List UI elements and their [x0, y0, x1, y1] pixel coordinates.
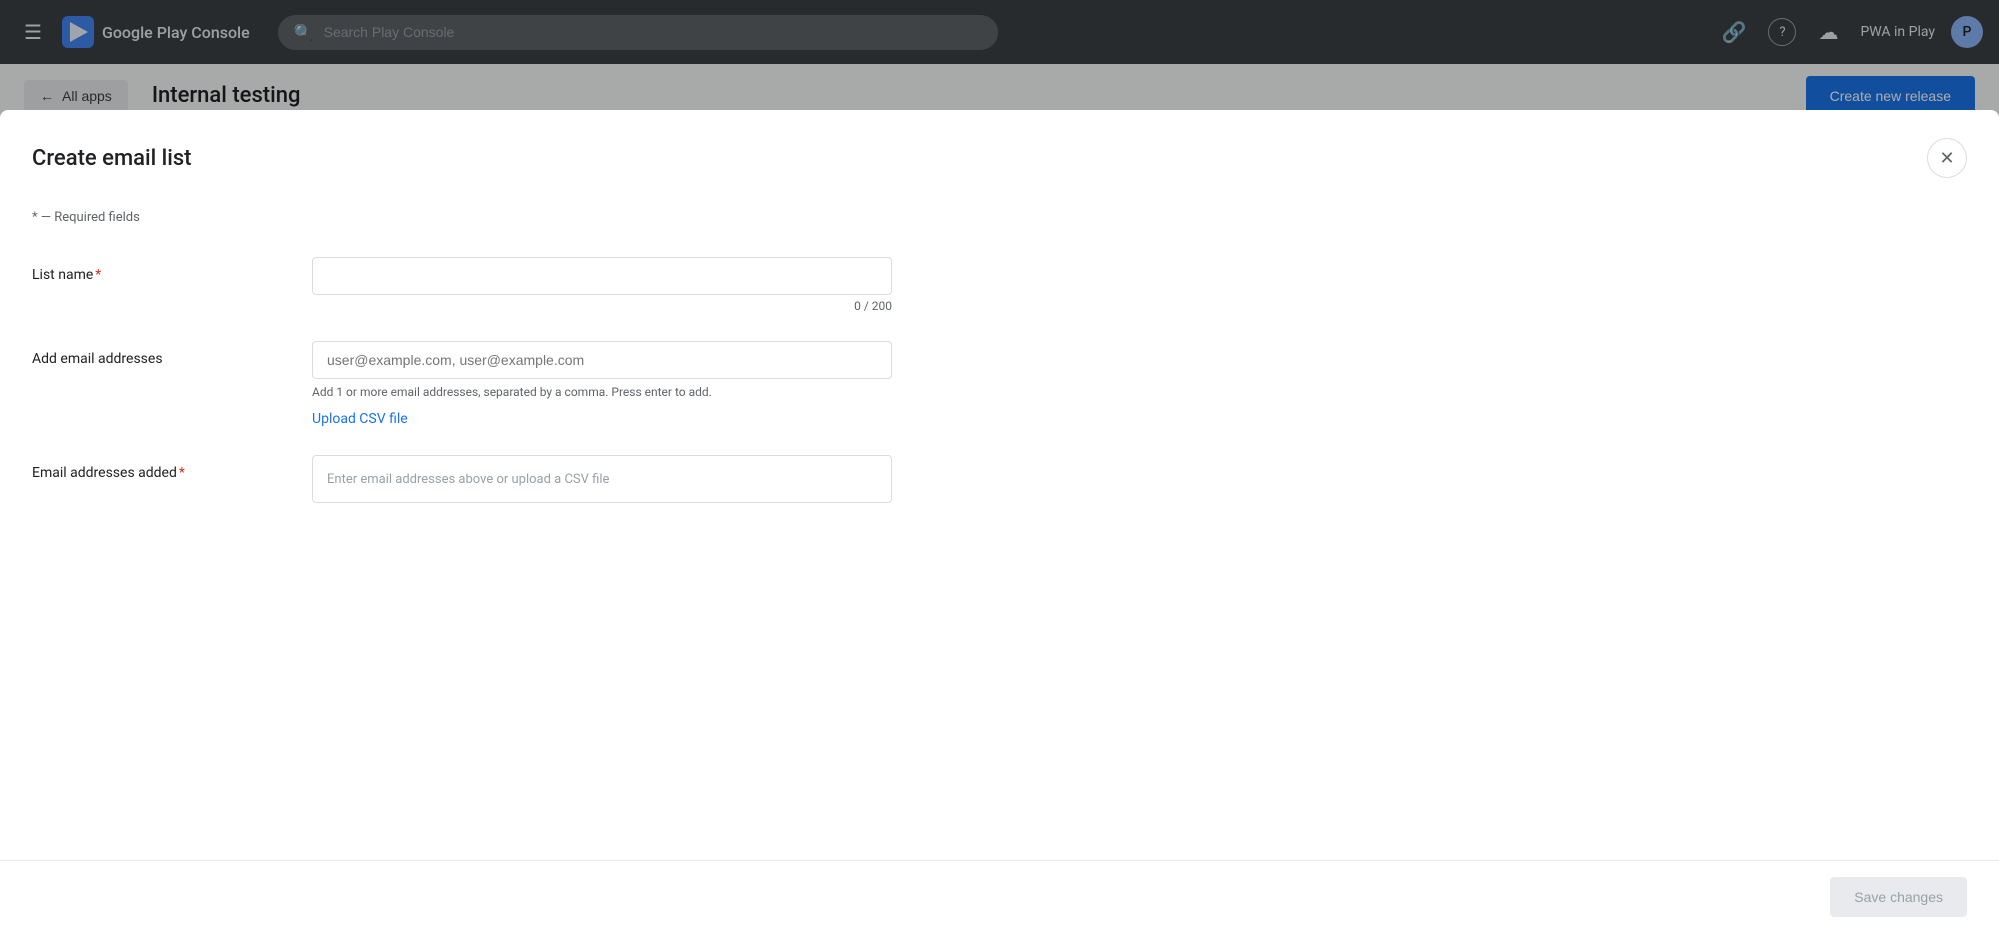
list-name-field: 0 / 200 — [312, 257, 892, 313]
modal-body: * — Required fields List name* 0 / 200 A… — [0, 178, 1999, 860]
email-added-field: Enter email addresses above or upload a … — [312, 455, 892, 503]
email-added-placeholder-box: Enter email addresses above or upload a … — [312, 455, 892, 503]
email-addresses-label: Add email addresses — [32, 341, 312, 367]
email-hint: Add 1 or more email addresses, separated… — [312, 385, 892, 399]
email-added-row: Email addresses added* Enter email addre… — [32, 455, 1967, 503]
modal-title: Create email list — [32, 146, 192, 171]
list-name-row: List name* 0 / 200 — [32, 257, 1967, 313]
save-changes-button[interactable]: Save changes — [1830, 877, 1967, 917]
list-name-required-star: * — [95, 267, 101, 283]
required-note: * — Required fields — [32, 210, 1967, 225]
list-name-label: List name* — [32, 257, 312, 283]
email-added-label: Email addresses added* — [32, 455, 312, 481]
modal-footer: Save changes — [0, 860, 1999, 932]
close-icon: ✕ — [1939, 148, 1954, 169]
modal-overlay: Create email list ✕ * — Required fields … — [0, 0, 1999, 932]
list-name-char-count: 0 / 200 — [312, 299, 892, 313]
create-email-list-modal: Create email list ✕ * — Required fields … — [0, 110, 1999, 932]
email-addresses-input[interactable] — [312, 341, 892, 379]
list-name-input[interactable] — [312, 257, 892, 295]
email-added-placeholder-text: Enter email addresses above or upload a … — [327, 472, 609, 487]
modal-header: Create email list ✕ — [0, 110, 1999, 178]
upload-csv-link[interactable]: Upload CSV file — [312, 411, 408, 427]
email-addresses-field: Add 1 or more email addresses, separated… — [312, 341, 892, 427]
email-addresses-row: Add email addresses Add 1 or more email … — [32, 341, 1967, 427]
email-added-required-star: * — [179, 465, 185, 481]
modal-close-button[interactable]: ✕ — [1927, 138, 1967, 178]
